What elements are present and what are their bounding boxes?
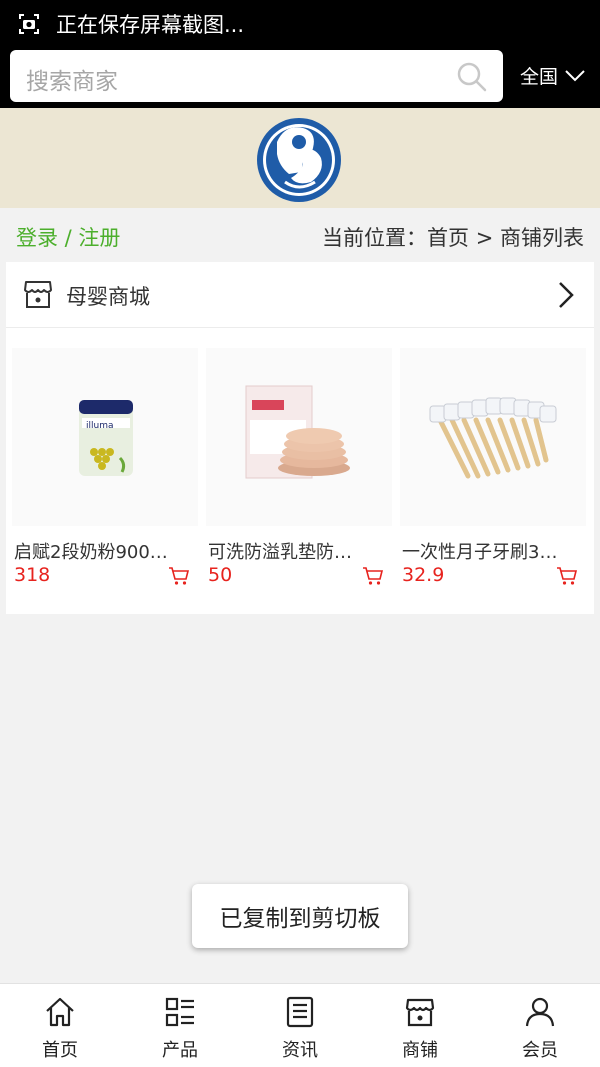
search-placeholder: 搜索商家 <box>26 69 118 95</box>
cart-icon[interactable] <box>556 566 578 586</box>
search-icon[interactable] <box>456 61 488 93</box>
product-card[interactable]: 可洗防溢乳垫防… 50 <box>206 348 392 598</box>
tab-member-label: 会员 <box>522 1040 558 1061</box>
tab-member[interactable]: 会员 <box>480 984 600 1067</box>
tab-products[interactable]: 产品 <box>120 984 240 1067</box>
product-name[interactable]: 可洗防溢乳垫防… <box>208 538 388 564</box>
product-price: 318 <box>14 564 51 586</box>
store-name: 母婴商城 <box>66 285 150 309</box>
status-text: 正在保存屏幕截图... <box>56 13 245 37</box>
product-name[interactable]: 一次性月子牙刷3… <box>402 538 582 564</box>
product-list: illuma 启赋2段奶粉900… 318 可洗防溢乳垫防… 50 一次性月子牙… <box>6 348 594 598</box>
bottom-tab-bar: 首页 产品 资讯 商铺 会员 <box>0 983 600 1067</box>
chevron-right-icon[interactable] <box>556 280 576 310</box>
product-image[interactable] <box>206 348 392 526</box>
login-register-link[interactable]: 登录 / 注册 <box>16 222 120 252</box>
tab-stores-label: 商铺 <box>402 1040 438 1061</box>
region-label: 全国 <box>520 66 559 88</box>
store-header[interactable]: 母婴商城 <box>6 262 594 328</box>
home-icon <box>46 997 74 1027</box>
toast-message: 已复制到剪切板 <box>192 884 408 948</box>
user-icon <box>525 997 555 1027</box>
product-card[interactable]: illuma 启赋2段奶粉900… 318 <box>12 348 198 598</box>
product-name[interactable]: 启赋2段奶粉900… <box>14 538 194 564</box>
screenshot-icon <box>19 14 39 34</box>
store-icon <box>24 281 52 308</box>
breadcrumb: 当前位置：首页 > 商铺列表 <box>322 226 584 250</box>
tab-stores[interactable]: 商铺 <box>360 984 480 1067</box>
cart-icon[interactable] <box>168 566 190 586</box>
product-price: 50 <box>208 564 233 586</box>
tab-news[interactable]: 资讯 <box>240 984 360 1067</box>
region-selector[interactable]: 全国 <box>520 62 586 89</box>
store-card: 母婴商城 illuma 启赋2段奶粉900… 318 可洗防溢乳垫防… 50 一… <box>6 262 594 614</box>
toothbrush-set-image <box>429 397 557 479</box>
chevron-down-icon <box>565 69 585 81</box>
tab-home-label: 首页 <box>42 1040 78 1061</box>
banner <box>0 108 600 208</box>
svg-text:illuma: illuma <box>86 421 114 431</box>
breadcrumb-row: 登录 / 注册 当前位置：首页 > 商铺列表 <box>0 208 600 260</box>
tab-products-label: 产品 <box>162 1040 198 1061</box>
tab-home[interactable]: 首页 <box>0 984 120 1067</box>
tab-news-label: 资讯 <box>282 1040 318 1061</box>
store-icon <box>405 998 435 1027</box>
brand-logo <box>257 118 341 202</box>
nursing-pad-image <box>245 385 350 479</box>
status-bar: 正在保存屏幕截图... <box>0 0 600 48</box>
product-price: 32.9 <box>402 564 445 586</box>
search-input[interactable]: 搜索商家 <box>10 50 503 102</box>
product-image[interactable]: illuma <box>12 348 198 526</box>
cart-icon[interactable] <box>362 566 384 586</box>
product-image[interactable] <box>400 348 586 526</box>
list-icon <box>165 997 194 1027</box>
product-card[interactable]: 一次性月子牙刷3… 32.9 <box>400 348 586 598</box>
news-icon <box>286 996 314 1028</box>
search-bar: 搜索商家 全国 <box>0 48 600 108</box>
milk-powder-can-image: illuma <box>79 400 133 476</box>
